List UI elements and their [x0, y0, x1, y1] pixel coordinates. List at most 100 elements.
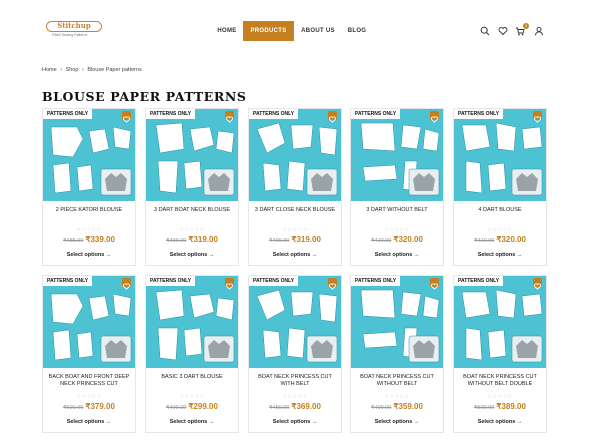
- patterns-only-badge: PATTERNS ONLY: [454, 276, 504, 286]
- product-price: ₹499.00 ₹319.00: [249, 235, 341, 244]
- wishlist-heart-icon[interactable]: [533, 111, 542, 123]
- product-image[interactable]: PATTERNS ONLY: [146, 109, 238, 201]
- select-options-button[interactable]: Select options →: [43, 419, 135, 425]
- wishlist-heart-icon[interactable]: [533, 278, 542, 290]
- product-price: ₹410.00 ₹320.00: [351, 235, 443, 244]
- logo-wordmark: Stitchup: [46, 21, 102, 32]
- product-card[interactable]: PATTERNS ONLY 4 DART BLOUSE ☆☆☆☆☆ ₹410.00 ₹3…: [453, 108, 547, 266]
- product-title[interactable]: BOAT NECK PRINCESS CUT WITHOUT BELT: [353, 374, 441, 388]
- regular-price: ₹499.00: [269, 238, 290, 244]
- select-options-button[interactable]: Select options →: [249, 419, 341, 425]
- product-title[interactable]: BOAT NECK PRINCESS CUT WITH BELT: [251, 374, 339, 388]
- sale-price: ₹320.00: [496, 235, 526, 244]
- select-options-button[interactable]: Select options →: [351, 252, 443, 258]
- wishlist-heart-icon[interactable]: [430, 111, 439, 123]
- nav-blog[interactable]: BLOG: [345, 21, 369, 41]
- product-title[interactable]: 3 DART WITHOUT BELT: [353, 207, 441, 214]
- wishlist-heart-icon[interactable]: [225, 111, 234, 123]
- sale-price: ₹339.00: [85, 235, 115, 244]
- select-options-button[interactable]: Select options →: [454, 252, 546, 258]
- wishlist-heart-icon[interactable]: [225, 278, 234, 290]
- product-title[interactable]: 3 DART BOAT NECK BLOUSE: [148, 207, 236, 214]
- product-price: ₹450.00 ₹369.00: [249, 402, 341, 411]
- page-title: BLOUSE PAPER PATTERNS: [42, 89, 247, 104]
- product-card[interactable]: PATTERNS ONLY 2 PIECE KATORI BLOUSE ☆☆☆☆☆ ₹…: [42, 108, 136, 266]
- product-price: ₹500.00 ₹389.00: [454, 402, 546, 411]
- product-image[interactable]: PATTERNS ONLY: [249, 109, 341, 201]
- product-image[interactable]: PATTERNS ONLY: [351, 109, 443, 201]
- select-options-button[interactable]: Select options →: [43, 252, 135, 258]
- sale-price: ₹369.00: [291, 402, 321, 411]
- nav-home[interactable]: HOME: [210, 21, 244, 41]
- patterns-only-badge: PATTERNS ONLY: [146, 109, 196, 119]
- product-card[interactable]: PATTERNS ONLY 3 DART WITHOUT BELT ☆☆☆☆☆ ₹41…: [350, 108, 444, 266]
- select-options-button[interactable]: Select options →: [146, 419, 238, 425]
- wishlist-heart-icon[interactable]: [328, 278, 337, 290]
- wishlist-heart-icon[interactable]: [122, 278, 131, 290]
- product-title[interactable]: BOAT NECK PRINCESS CUT WITHOUT BELT DOUB…: [456, 374, 544, 388]
- product-card[interactable]: PATTERNS ONLY BOAT NECK PRINCESS CUT WITH…: [350, 275, 444, 433]
- breadcrumb-shop[interactable]: Shop: [66, 67, 79, 73]
- rating-stars: ☆☆☆☆☆: [76, 394, 102, 400]
- product-price: ₹400.00 ₹299.00: [146, 402, 238, 411]
- sale-price: ₹359.00: [393, 402, 423, 411]
- regular-price: ₹450.00: [269, 405, 290, 411]
- select-options-button[interactable]: Select options →: [351, 419, 443, 425]
- product-title[interactable]: 2 PIECE KATORI BLOUSE: [45, 207, 133, 214]
- chevron-right-icon: ›: [60, 67, 63, 73]
- product-card[interactable]: PATTERNS ONLY BOAT NECK PRINCESS CUT WITH…: [248, 275, 342, 433]
- product-image[interactable]: PATTERNS ONLY: [454, 276, 546, 368]
- patterns-only-badge: PATTERNS ONLY: [146, 276, 196, 286]
- breadcrumb-home[interactable]: Home: [42, 67, 57, 73]
- product-title[interactable]: BACK BOAT AND FRONT DEEP NECK PRINCESS C…: [45, 374, 133, 388]
- regular-price: ₹600.00: [63, 405, 84, 411]
- product-card[interactable]: PATTERNS ONLY BOAT NECK PRINCESS CUT WITH…: [453, 275, 547, 433]
- nav-products[interactable]: PRODUCTS: [243, 21, 294, 41]
- nav-about-us[interactable]: ABOUT US: [298, 21, 338, 41]
- user-icon[interactable]: [534, 26, 544, 36]
- product-image[interactable]: PATTERNS ONLY: [249, 276, 341, 368]
- chevron-right-icon: ›: [81, 67, 84, 73]
- wishlist-heart-icon[interactable]: [328, 111, 337, 123]
- product-image[interactable]: PATTERNS ONLY: [43, 109, 135, 201]
- patterns-only-badge: PATTERNS ONLY: [351, 276, 401, 286]
- product-title[interactable]: BASIC 3 DART BLOUSE: [148, 374, 236, 381]
- select-options-button[interactable]: Select options →: [249, 252, 341, 258]
- logo[interactable]: Stitchup Fitted Sewing Patterns: [46, 21, 102, 39]
- search-icon[interactable]: [480, 26, 490, 36]
- product-title[interactable]: 4 DART BLOUSE: [456, 207, 544, 214]
- select-options-button[interactable]: Select options →: [454, 419, 546, 425]
- product-card[interactable]: PATTERNS ONLY BASIC 3 DART BLOUSE ☆☆☆☆☆ ₹40…: [145, 275, 239, 433]
- rating-stars: ☆☆☆☆☆: [179, 227, 205, 233]
- rating-stars: ☆☆☆☆☆: [282, 394, 308, 400]
- rating-stars: ☆☆☆☆☆: [282, 227, 308, 233]
- product-price: ₹410.00 ₹320.00: [454, 235, 546, 244]
- select-options-button[interactable]: Select options →: [146, 252, 238, 258]
- breadcrumb-current: Blouse Paper patterns: [87, 67, 142, 73]
- product-card[interactable]: PATTERNS ONLY 3 DART BOAT NECK BLOUSE ☆☆☆☆…: [145, 108, 239, 266]
- regular-price: ₹500.00: [474, 405, 495, 411]
- product-image[interactable]: PATTERNS ONLY: [43, 276, 135, 368]
- sale-price: ₹320.00: [393, 235, 423, 244]
- regular-price: ₹410.00: [474, 238, 495, 244]
- product-card[interactable]: PATTERNS ONLY 3 DART CLOSE NECK BLOUSE ☆☆☆…: [248, 108, 342, 266]
- product-image[interactable]: PATTERNS ONLY: [351, 276, 443, 368]
- site-header: Stitchup Fitted Sewing Patterns HOME PRO…: [0, 0, 616, 62]
- sale-price: ₹299.00: [188, 402, 218, 411]
- heart-icon[interactable]: [498, 26, 508, 36]
- patterns-only-badge: PATTERNS ONLY: [454, 109, 504, 119]
- patterns-only-badge: PATTERNS ONLY: [351, 109, 401, 119]
- product-price: ₹499.00 ₹319.00: [146, 235, 238, 244]
- regular-price: ₹410.00: [371, 238, 392, 244]
- product-image[interactable]: PATTERNS ONLY: [146, 276, 238, 368]
- sale-price: ₹379.00: [85, 402, 115, 411]
- product-card[interactable]: PATTERNS ONLY BACK BOAT AND FRONT DEEP NE…: [42, 275, 136, 433]
- regular-price: ₹485.00: [63, 238, 84, 244]
- wishlist-heart-icon[interactable]: [430, 278, 439, 290]
- wishlist-heart-icon[interactable]: [122, 111, 131, 123]
- regular-price: ₹400.00: [166, 405, 187, 411]
- rating-stars: ☆☆☆☆☆: [384, 227, 410, 233]
- cart-count-badge: 0: [523, 23, 529, 29]
- product-title[interactable]: 3 DART CLOSE NECK BLOUSE: [251, 207, 339, 214]
- product-image[interactable]: PATTERNS ONLY: [454, 109, 546, 201]
